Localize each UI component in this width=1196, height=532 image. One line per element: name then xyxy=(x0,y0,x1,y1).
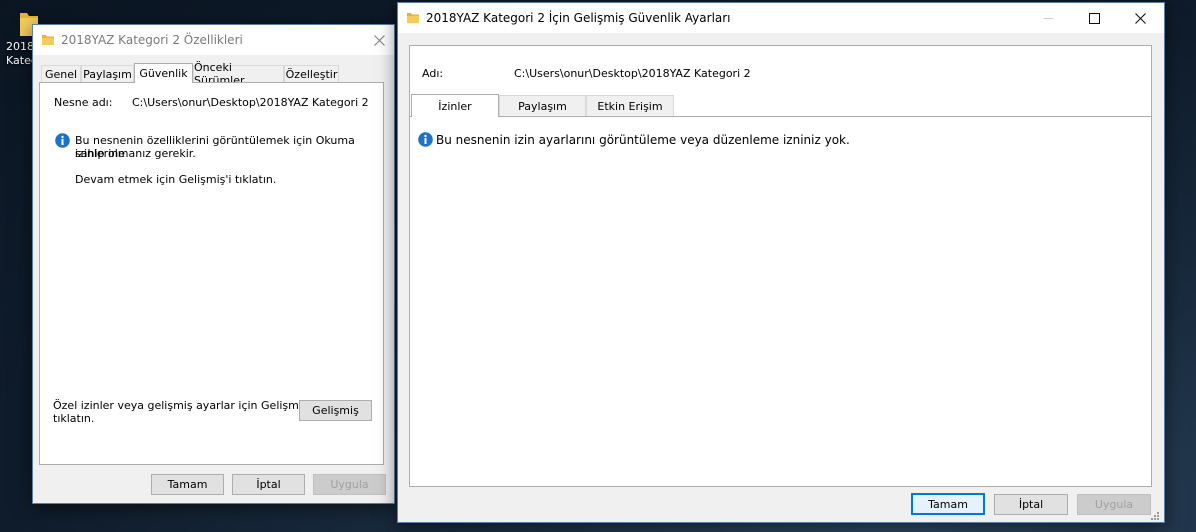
advanced-button[interactable]: Gelişmiş xyxy=(299,400,372,421)
window-title: 2018YAZ Kategori 2 Özellikleri xyxy=(61,33,243,47)
properties-window: 2018YAZ Kategori 2 Özellikleri Genel Pay… xyxy=(32,24,395,504)
tab-izinler[interactable]: İzinler xyxy=(411,94,499,117)
advanced-hint-line1: Özel izinler veya gelişmiş ayarlar için … xyxy=(53,399,314,412)
advanced-content-panel: Adı: C:\Users\onur\Desktop\2018YAZ Kateg… xyxy=(409,45,1152,487)
advanced-hint-line2: tıklatın. xyxy=(53,412,95,425)
security-panel: Nesne adı: C:\Users\onur\Desktop\2018YAZ… xyxy=(39,82,384,465)
info-icon xyxy=(55,133,70,148)
properties-titlebar[interactable]: 2018YAZ Kategori 2 Özellikleri xyxy=(33,25,394,55)
apply-button: Uygula xyxy=(313,474,386,495)
tab-paylasim[interactable]: Paylaşım xyxy=(81,65,134,82)
cancel-button[interactable]: İptal xyxy=(232,474,305,495)
advanced-security-window: 2018YAZ Kategori 2 İçin Gelişmiş Güvenli… xyxy=(397,2,1165,523)
tab-ozellestir[interactable]: Özelleştir xyxy=(284,65,339,82)
ok-button[interactable]: Tamam xyxy=(911,493,985,515)
folder-icon xyxy=(42,35,54,45)
folder-icon xyxy=(407,13,419,23)
continue-text: Devam etmek için Gelişmiş'i tıklatın. xyxy=(75,173,277,186)
info-icon xyxy=(418,132,433,147)
close-icon[interactable] xyxy=(1117,3,1163,33)
object-name-value: C:\Users\onur\Desktop\2018YAZ Kategori 2 xyxy=(132,96,369,109)
apply-button: Uygula xyxy=(1077,494,1151,515)
tab-paylasim[interactable]: Paylaşım xyxy=(499,95,586,116)
tab-separator xyxy=(410,116,1151,117)
object-name-label: Nesne adı: xyxy=(54,96,113,109)
ok-button[interactable]: Tamam xyxy=(151,474,224,495)
close-icon[interactable] xyxy=(365,25,393,55)
permission-message: Bu nesnenin izin ayarlarını görüntüleme … xyxy=(436,133,850,147)
tab-etkin-erisim[interactable]: Etkin Erişim xyxy=(586,95,674,116)
tab-genel[interactable]: Genel xyxy=(41,65,81,82)
name-value: C:\Users\onur\Desktop\2018YAZ Kategori 2 xyxy=(514,67,751,80)
maximize-icon[interactable] xyxy=(1071,3,1117,33)
tab-guvenlik[interactable]: Güvenlik xyxy=(134,63,193,83)
window-title: 2018YAZ Kategori 2 İçin Gelişmiş Güvenli… xyxy=(426,11,731,25)
name-label: Adı: xyxy=(422,67,444,80)
info-text-line2: sahip olmanız gerekir. xyxy=(75,147,196,160)
cancel-button[interactable]: İptal xyxy=(994,494,1068,515)
minimize-icon[interactable] xyxy=(1025,3,1071,33)
resize-grip-icon[interactable] xyxy=(1148,509,1160,521)
advanced-titlebar[interactable]: 2018YAZ Kategori 2 İçin Gelişmiş Güvenli… xyxy=(398,3,1164,33)
tab-onceki-surumler[interactable]: Önceki Sürümler xyxy=(193,61,284,87)
